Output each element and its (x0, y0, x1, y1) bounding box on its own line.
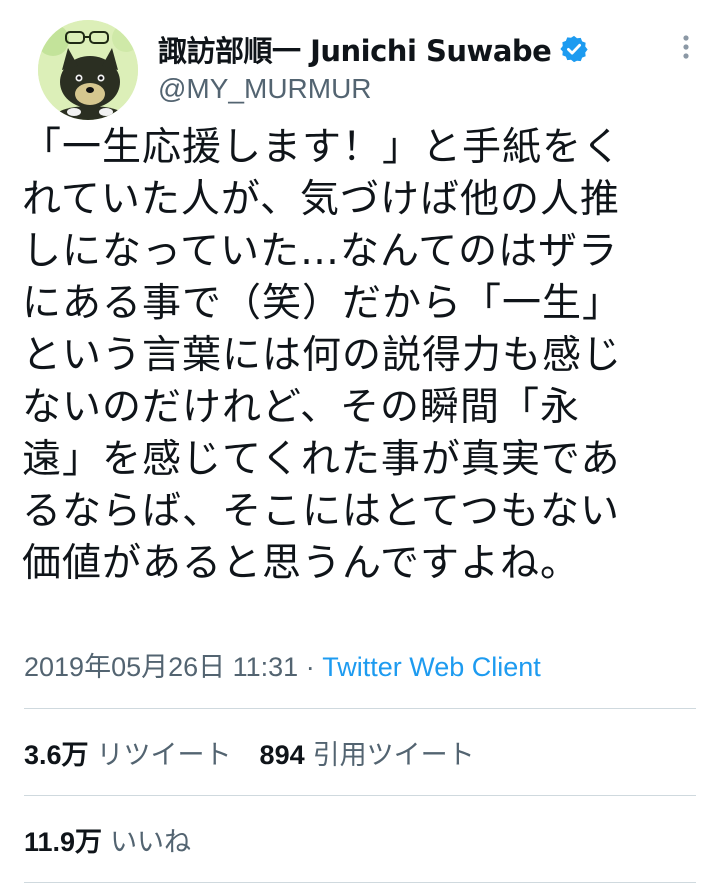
tweet-text-line: るならば、そこにはとてつもない (22, 489, 621, 534)
divider (24, 795, 696, 796)
quotes-stat[interactable]: 894 引用ツイート (260, 733, 475, 772)
retweet-stats-row: 3.6万 リツイート 894 引用ツイート (24, 733, 475, 772)
more-options-button[interactable] (674, 32, 698, 62)
tweet-text: 「一生応援します！」と手紙をく れていた人が、気づけば他の人推 しになっていた…… (22, 122, 698, 590)
tweet-text-line: にある事で（笑）だから「一生」 (22, 281, 623, 326)
display-name[interactable]: 諏訪部順一 Junichi Suwabe (158, 28, 552, 70)
more-dots-icon (683, 35, 689, 59)
user-handle[interactable]: @MY_MURMUR (158, 73, 372, 105)
tweet-text-line: しになっていた…なんてのはザラ (22, 229, 619, 274)
divider (24, 882, 696, 883)
tweet-text-line: という言葉には何の説得力も感じ (22, 333, 623, 378)
tweet-text-line: 「一生応援します！」と手紙をく (22, 125, 623, 170)
tweet-meta: 2019年05月26日 11:31 · Twitter Web Client (24, 645, 541, 684)
quotes-count: 894 (259, 740, 305, 770)
quotes-label: 引用ツイート (312, 740, 475, 770)
tweet-text-line: ないのだけれど、その瞬間「永 (22, 385, 581, 430)
likes-count: 11.9万 (24, 827, 103, 857)
verified-badge-icon (559, 34, 589, 64)
tweet-text-line: 価値があると思うんですよね。 (22, 541, 581, 586)
likes-stats-row: 11.9万 いいね (24, 820, 191, 859)
retweets-stat[interactable]: 3.6万 リツイート (24, 733, 232, 772)
retweets-count: 3.6万 (24, 740, 89, 770)
name-row: 諏訪部順一 Junichi Suwabe (158, 28, 589, 70)
likes-stat[interactable]: 11.9万 いいね (24, 820, 191, 859)
avatar[interactable] (38, 20, 138, 120)
retweets-label: リツイート (96, 740, 232, 770)
tweet-source-link[interactable]: Twitter Web Client (322, 652, 541, 682)
dog-avatar-image (38, 20, 138, 120)
tweet-text-line: 遠」を感じてくれた事が真実であ (22, 437, 621, 482)
divider (24, 708, 696, 709)
meta-separator: · (298, 652, 323, 682)
tweet-header: 諏訪部順一 Junichi Suwabe @MY_MURMUR (28, 20, 698, 120)
tweet-timestamp[interactable]: 2019年05月26日 11:31 (24, 652, 298, 682)
likes-label: いいね (110, 827, 192, 857)
tweet-text-line: れていた人が、気づけば他の人推 (22, 177, 621, 222)
